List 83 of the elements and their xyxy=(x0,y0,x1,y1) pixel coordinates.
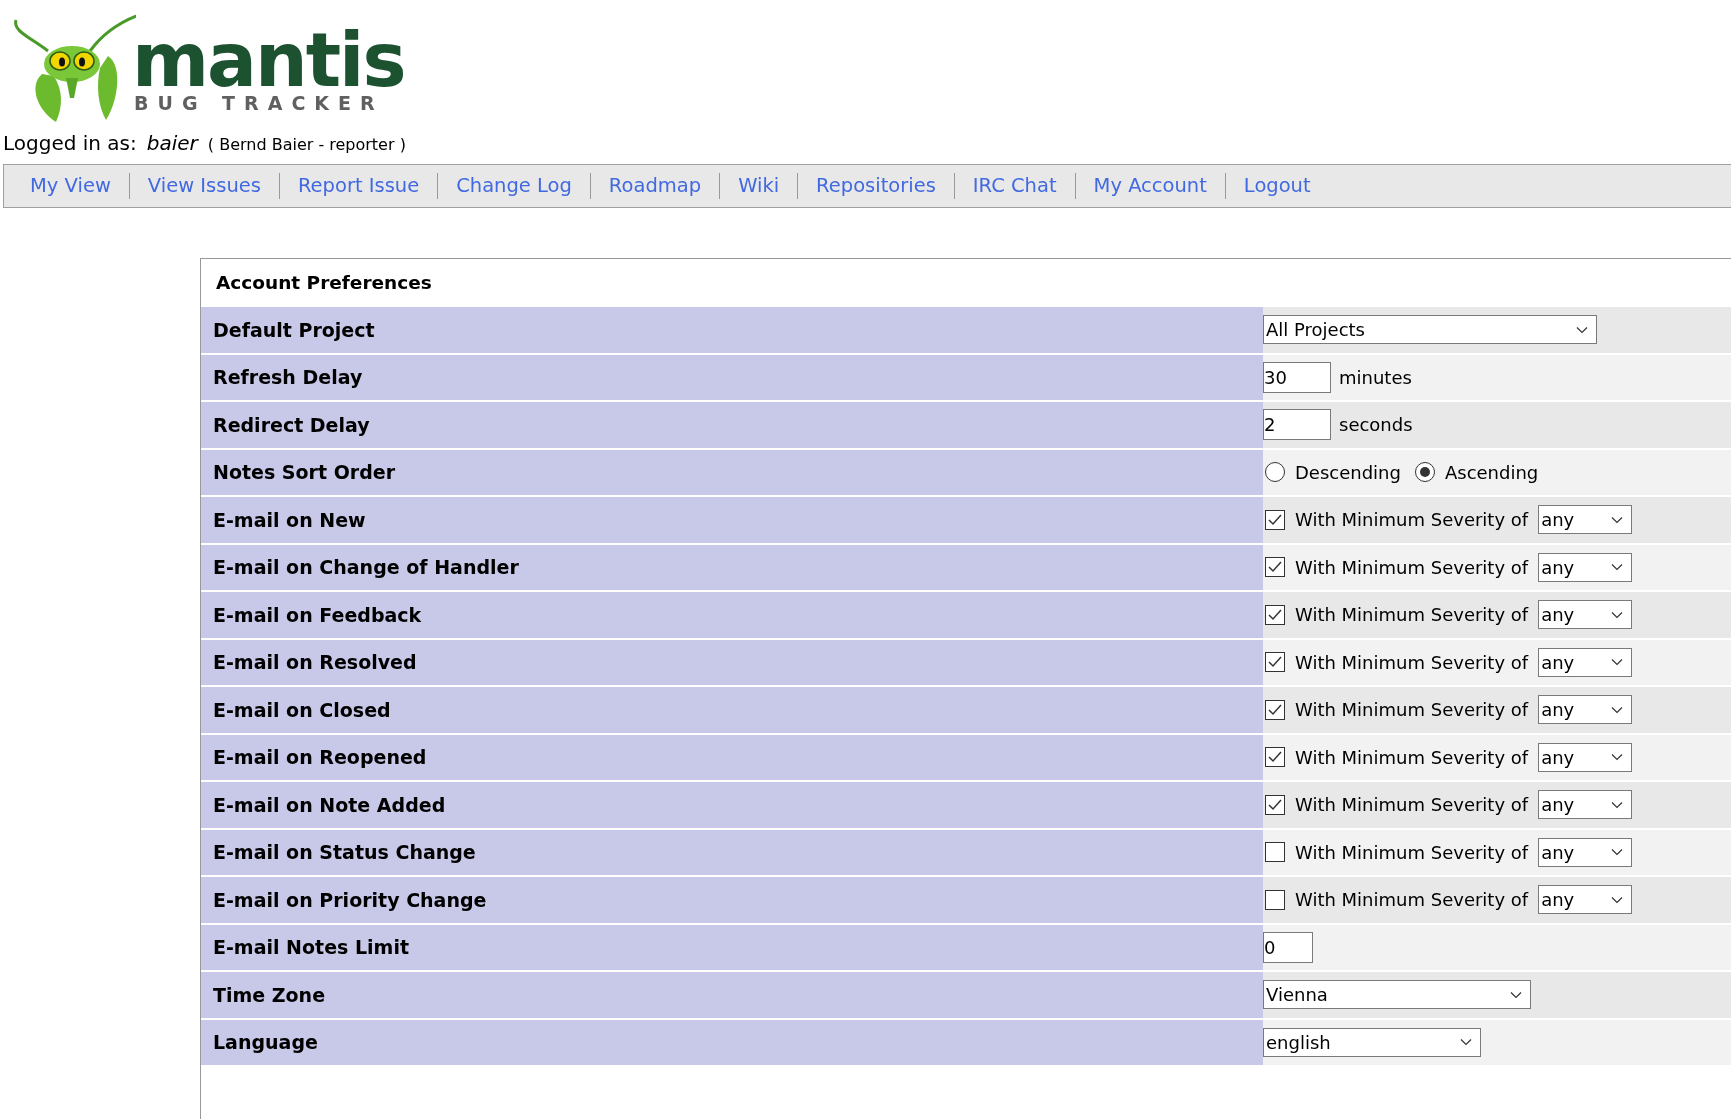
radio-button[interactable] xyxy=(1414,462,1435,483)
logo-tagline: BUG TRACKER xyxy=(134,92,384,114)
chevron-down-icon xyxy=(1611,848,1624,857)
nav-link[interactable]: View Issues xyxy=(129,171,279,201)
username: baier xyxy=(146,130,198,157)
chevron-down-icon xyxy=(1611,610,1624,619)
severity-label: With Minimum Severity of xyxy=(1295,698,1529,723)
nav-link[interactable]: Change Log xyxy=(438,171,590,201)
checkbox[interactable] xyxy=(1265,652,1285,673)
dropdown[interactable]: any xyxy=(1538,885,1633,915)
chevron-down-icon xyxy=(1611,895,1624,904)
checkbox[interactable] xyxy=(1265,842,1285,863)
severity-label: With Minimum Severity of xyxy=(1295,603,1529,628)
nav-link[interactable]: Roadmap xyxy=(590,171,720,201)
chevron-down-icon xyxy=(1576,325,1588,334)
chevron-down-icon xyxy=(1611,705,1624,714)
row-label: E-mail on Status Change xyxy=(201,829,1263,875)
row-label: E-mail on Resolved xyxy=(201,639,1263,685)
row-label: Redirect Delay xyxy=(201,402,1263,448)
logo-wordmark: mantis xyxy=(132,28,405,92)
row-label: Refresh Delay xyxy=(201,354,1263,400)
row-label: Language xyxy=(201,1019,1263,1065)
severity-label: With Minimum Severity of xyxy=(1295,888,1529,913)
input-field[interactable]: 30 xyxy=(1263,361,1331,393)
radio-label: Descending xyxy=(1295,460,1401,485)
nav-link[interactable]: Wiki xyxy=(720,171,798,201)
chevron-down-icon xyxy=(1611,753,1624,762)
chevron-down-icon xyxy=(1460,1038,1472,1047)
dropdown[interactable]: any xyxy=(1538,552,1633,582)
row-label: E-mail on Feedback xyxy=(201,592,1263,638)
dropdown[interactable]: any xyxy=(1538,647,1633,677)
login-label: Logged in as: xyxy=(3,130,137,157)
dropdown[interactable]: any xyxy=(1538,505,1633,535)
nav-link[interactable]: Report Issue xyxy=(279,171,438,201)
chevron-down-icon xyxy=(1611,563,1624,572)
row-label: Default Project xyxy=(201,307,1263,353)
severity-label: With Minimum Severity of xyxy=(1295,840,1529,865)
chevron-down-icon xyxy=(1611,800,1624,809)
severity-label: With Minimum Severity of xyxy=(1295,745,1529,770)
unit-label: seconds xyxy=(1339,413,1413,438)
row-label: E-mail on New xyxy=(201,497,1263,543)
severity-label: With Minimum Severity of xyxy=(1295,508,1529,533)
severity-label: With Minimum Severity of xyxy=(1295,650,1529,675)
dropdown[interactable]: All Projects xyxy=(1263,315,1597,345)
nav-link[interactable]: My View xyxy=(12,171,129,201)
input-field[interactable]: 0 xyxy=(1263,931,1313,963)
dropdown[interactable]: any xyxy=(1538,695,1633,725)
row-label: E-mail on Note Added xyxy=(201,782,1263,828)
chevron-down-icon xyxy=(1611,658,1624,667)
user-details: ( Bernd Baier - reporter ) xyxy=(207,134,406,156)
row-label: E-mail on Priority Change xyxy=(201,877,1263,923)
row-label: Notes Sort Order xyxy=(201,449,1263,495)
nav-link[interactable]: Logout xyxy=(1225,171,1329,201)
nav-link[interactable]: Repositories xyxy=(798,171,954,201)
radio-label: Ascending xyxy=(1444,460,1539,485)
dropdown[interactable]: Vienna xyxy=(1263,980,1531,1010)
checkbox[interactable] xyxy=(1265,747,1285,768)
dropdown[interactable]: any xyxy=(1538,600,1633,630)
checkbox[interactable] xyxy=(1265,557,1285,578)
checkbox[interactable] xyxy=(1265,794,1285,815)
checkbox[interactable] xyxy=(1265,699,1285,720)
chevron-down-icon xyxy=(1611,515,1624,524)
dropdown[interactable]: english xyxy=(1263,1027,1481,1057)
checkbox[interactable] xyxy=(1265,604,1285,625)
row-label: Time Zone xyxy=(201,972,1263,1018)
panel-title: Account Preferences xyxy=(216,271,432,296)
row-label: E-mail on Closed xyxy=(201,687,1263,733)
input-field[interactable]: 2 xyxy=(1263,409,1331,441)
row-label: E-mail on Change of Handler xyxy=(201,544,1263,590)
nav-link[interactable]: IRC Chat xyxy=(954,171,1075,201)
dropdown[interactable]: any xyxy=(1538,837,1633,867)
row-label: E-mail on Reopened xyxy=(201,734,1263,780)
severity-label: With Minimum Severity of xyxy=(1295,793,1529,818)
radio-button[interactable] xyxy=(1265,462,1285,483)
checkbox[interactable] xyxy=(1265,509,1285,530)
severity-label: With Minimum Severity of xyxy=(1295,555,1529,580)
dropdown[interactable]: any xyxy=(1538,790,1633,820)
checkbox[interactable] xyxy=(1265,889,1285,910)
dropdown[interactable]: any xyxy=(1538,742,1633,772)
unit-label: minutes xyxy=(1339,365,1412,390)
row-label: E-mail Notes Limit xyxy=(201,924,1263,970)
chevron-down-icon xyxy=(1510,990,1522,999)
nav-link[interactable]: My Account xyxy=(1075,171,1225,201)
